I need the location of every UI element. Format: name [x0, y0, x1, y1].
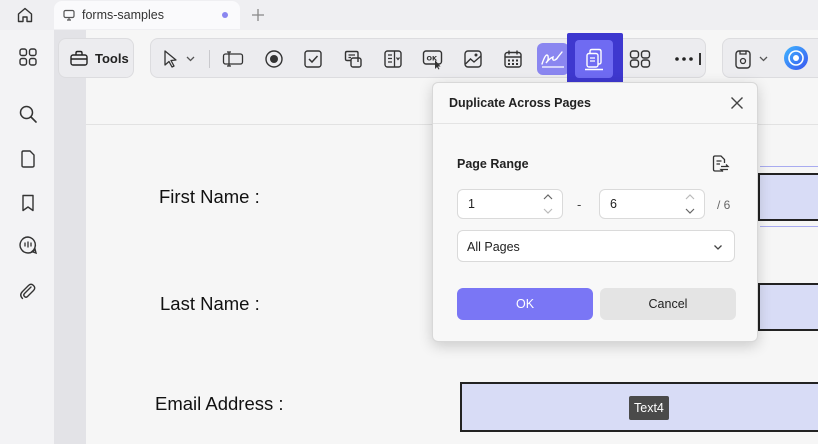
attachment-icon[interactable]: [15, 279, 41, 305]
toolbar-overflow-edge: [699, 53, 701, 65]
ok-button[interactable]: OK: [457, 288, 593, 320]
more-icon[interactable]: [673, 48, 695, 70]
field-selection-line: [760, 166, 818, 167]
to-page-spin-buttons[interactable]: [684, 194, 696, 214]
page-icon[interactable]: [15, 146, 41, 172]
first-name-field[interactable]: [758, 173, 818, 221]
search-icon[interactable]: [15, 101, 41, 127]
chevron-up-icon[interactable]: [685, 194, 695, 200]
right-toolbar-group: [722, 38, 818, 78]
ai-assistant-icon[interactable]: [783, 45, 809, 71]
chevron-down-icon: [714, 245, 722, 250]
page-range-swap-icon[interactable]: [709, 153, 731, 175]
plus-icon[interactable]: [248, 5, 268, 25]
unsaved-indicator: [222, 12, 228, 18]
range-dash: -: [577, 197, 582, 212]
signature-icon[interactable]: [537, 43, 569, 75]
duplicate-across-pages-dialog: Duplicate Across Pages Page Range - / 6 …: [432, 82, 758, 342]
left-sidebar: [0, 30, 54, 444]
field-name-tooltip: Text4: [629, 396, 669, 420]
button-ok-icon[interactable]: OK: [422, 48, 444, 70]
checkbox-icon[interactable]: [302, 48, 324, 70]
tab-forms-samples[interactable]: forms-samples: [54, 1, 240, 29]
image-icon[interactable]: [462, 48, 484, 70]
comment-icon[interactable]: [15, 232, 41, 258]
chevron-down-icon[interactable]: [685, 208, 695, 214]
duplicate-pages-icon[interactable]: [575, 40, 613, 78]
thumbnails-icon[interactable]: [15, 44, 41, 70]
from-page-input[interactable]: [458, 190, 538, 218]
tab-label: forms-samples: [82, 8, 164, 22]
dialog-title: Duplicate Across Pages: [449, 96, 591, 110]
list-box-icon[interactable]: [342, 48, 364, 70]
last-name-label: Last Name :: [160, 293, 260, 314]
close-icon[interactable]: [727, 93, 747, 113]
cancel-button[interactable]: Cancel: [600, 288, 736, 320]
bookmark-icon[interactable]: [15, 190, 41, 216]
tools-button[interactable]: Tools: [58, 38, 134, 78]
select-arrow-icon[interactable]: [161, 48, 197, 70]
document-gutter: [54, 30, 86, 444]
home-icon[interactable]: [14, 4, 36, 26]
total-pages: / 6: [717, 198, 731, 212]
grid-icon[interactable]: [629, 48, 651, 70]
email-address-label: Email Address :: [155, 393, 284, 414]
dropdown-icon[interactable]: [382, 48, 404, 70]
page-range-select[interactable]: All Pages: [457, 230, 735, 262]
from-page-stepper[interactable]: [457, 189, 563, 219]
from-page-spin-buttons[interactable]: [542, 194, 554, 214]
to-page-input[interactable]: [600, 190, 680, 218]
date-icon[interactable]: [502, 48, 524, 70]
to-page-stepper[interactable]: [599, 189, 705, 219]
tools-label: Tools: [95, 50, 129, 66]
radio-button-icon[interactable]: [263, 48, 285, 70]
svg-text:OK: OK: [427, 55, 439, 63]
chevron-up-icon[interactable]: [543, 194, 553, 200]
page-range-label: Page Range: [457, 157, 529, 171]
last-name-field[interactable]: [758, 283, 818, 331]
toolbar-separator: [209, 50, 210, 68]
field-selection-line: [760, 226, 818, 227]
tab-bar: forms-samples: [0, 0, 818, 30]
first-name-label: First Name :: [159, 186, 260, 207]
document-icon: [62, 8, 76, 22]
text-field-icon[interactable]: [222, 48, 244, 70]
save-icon[interactable]: [733, 47, 773, 71]
toolbox-icon: [69, 48, 89, 68]
dialog-header: Duplicate Across Pages: [433, 83, 757, 124]
page-range-selected: All Pages: [467, 240, 520, 254]
chevron-down-icon[interactable]: [543, 208, 553, 214]
